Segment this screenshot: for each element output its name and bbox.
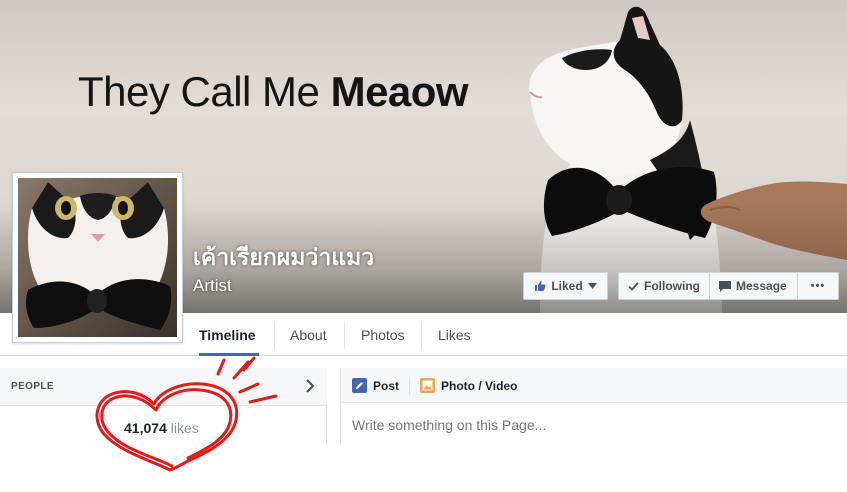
chevron-right-icon[interactable]: [305, 379, 315, 393]
composer-tab-post[interactable]: Post: [352, 368, 399, 403]
tab-photos-label: Photos: [361, 326, 405, 343]
thumbs-up-icon: [535, 281, 546, 291]
tab-photos[interactable]: Photos: [361, 313, 405, 356]
people-header[interactable]: PEOPLE: [0, 368, 327, 406]
following-button[interactable]: Following: [619, 273, 710, 299]
cover-headline-regular: They Call Me: [78, 68, 320, 115]
tab-timeline-label: Timeline: [199, 326, 256, 343]
following-button-label: Following: [644, 279, 700, 293]
composer-tab-divider: [409, 377, 410, 395]
cover-headline: They Call Me Meaow: [78, 68, 469, 116]
tab-about-label: About: [290, 326, 327, 343]
more-options-icon: •••: [810, 280, 826, 292]
facebook-page: They Call Me Meaow Timeline About Photos…: [0, 0, 847, 492]
message-button-label: Message: [736, 279, 787, 293]
likes-count-number: 41,074: [124, 420, 167, 436]
composer-tab-photo-video-label: Photo / Video: [441, 378, 518, 393]
tab-about[interactable]: About: [290, 313, 327, 356]
tab-divider: [274, 321, 275, 349]
post-composer: Post Photo / Video: [340, 368, 847, 444]
likes-count-unit: likes: [170, 420, 199, 436]
tab-timeline[interactable]: Timeline: [199, 313, 259, 356]
message-bubble-icon: [719, 280, 731, 292]
more-options-button[interactable]: •••: [798, 273, 838, 299]
page-category[interactable]: Artist: [193, 276, 232, 296]
cover-headline-bold: Meaow: [330, 68, 469, 115]
chevron-down-icon: [587, 283, 597, 289]
likes-count[interactable]: 41,074 likes: [124, 420, 199, 436]
message-button[interactable]: Message: [710, 273, 798, 299]
page-name[interactable]: เค้าเรียกผมว่าแมว: [193, 240, 374, 276]
composer-input[interactable]: [352, 417, 832, 433]
pencil-icon: [352, 378, 367, 393]
people-title: PEOPLE: [11, 381, 54, 392]
liked-button-label: Liked: [551, 279, 583, 293]
tab-divider: [344, 321, 345, 349]
tab-likes-label: Likes: [438, 326, 471, 343]
checkmark-icon: [628, 281, 639, 291]
liked-button[interactable]: Liked: [523, 272, 608, 300]
page-actions-group: Following Message •••: [618, 272, 839, 300]
tab-divider: [421, 321, 422, 349]
people-card: PEOPLE 41,074 likes: [0, 368, 327, 444]
composer-tabs: Post Photo / Video: [341, 368, 847, 403]
composer-tab-photo-video[interactable]: Photo / Video: [420, 368, 517, 403]
profile-picture[interactable]: [12, 172, 183, 343]
profile-picture-image: [18, 178, 177, 337]
tab-likes[interactable]: Likes: [438, 313, 471, 356]
composer-tab-post-label: Post: [373, 378, 400, 393]
photo-icon: [420, 378, 435, 393]
